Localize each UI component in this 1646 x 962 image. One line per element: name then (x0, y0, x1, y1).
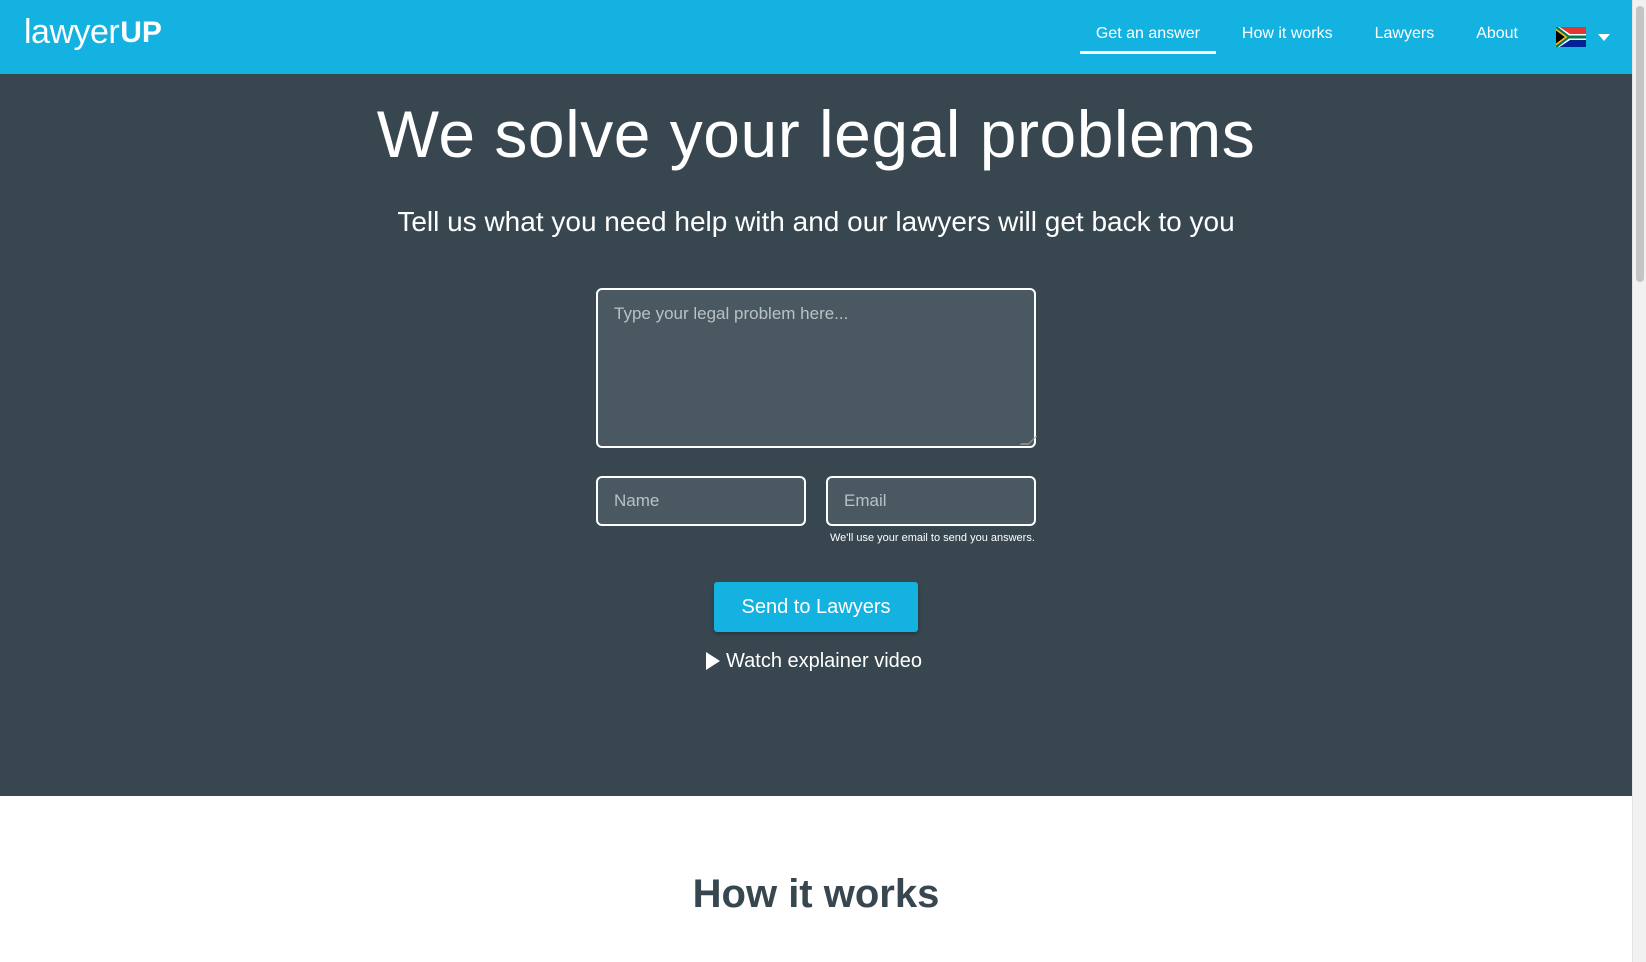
page: lawyer UP Get an answer How it works Law… (0, 0, 1646, 962)
email-hint-text: We'll use your email to send you answers… (830, 532, 1035, 544)
name-input[interactable] (596, 476, 806, 526)
send-to-lawyers-button[interactable]: Send to Lawyers (714, 582, 918, 632)
chevron-down-icon (1598, 33, 1610, 41)
hero-section: We solve your legal problems Tell us wha… (0, 74, 1632, 796)
nav-get-an-answer[interactable]: Get an answer (1079, 0, 1216, 74)
main-nav: Get an answer How it works Lawyers About (1079, 0, 1632, 74)
south-africa-flag-icon (1556, 27, 1586, 47)
lawyerup-logo[interactable]: lawyer UP (24, 12, 162, 52)
page-scrollbar[interactable] (1632, 0, 1646, 962)
nav-how-it-works[interactable]: How it works (1226, 0, 1349, 74)
hero-subtitle: Tell us what you need help with and our … (397, 206, 1235, 237)
scrollbar-thumb[interactable] (1636, 6, 1644, 282)
nav-about[interactable]: About (1460, 0, 1534, 74)
email-input[interactable] (826, 476, 1036, 526)
nav-lawyers[interactable]: Lawyers (1359, 0, 1451, 74)
country-selector[interactable] (1556, 27, 1610, 47)
legal-problem-textarea[interactable] (596, 288, 1036, 448)
logo-text-light: lawyer (24, 13, 120, 51)
hero-title: We solve your legal problems (376, 97, 1256, 171)
how-it-works-heading: How it works (692, 872, 940, 916)
watch-explainer-video-link[interactable]: Watch explainer video (706, 648, 922, 674)
top-navigation-bar: lawyer UP Get an answer How it works Law… (0, 0, 1632, 74)
video-link-label: Watch explainer video (726, 649, 923, 672)
play-icon (706, 652, 720, 670)
logo-text-bold: UP (120, 16, 162, 49)
